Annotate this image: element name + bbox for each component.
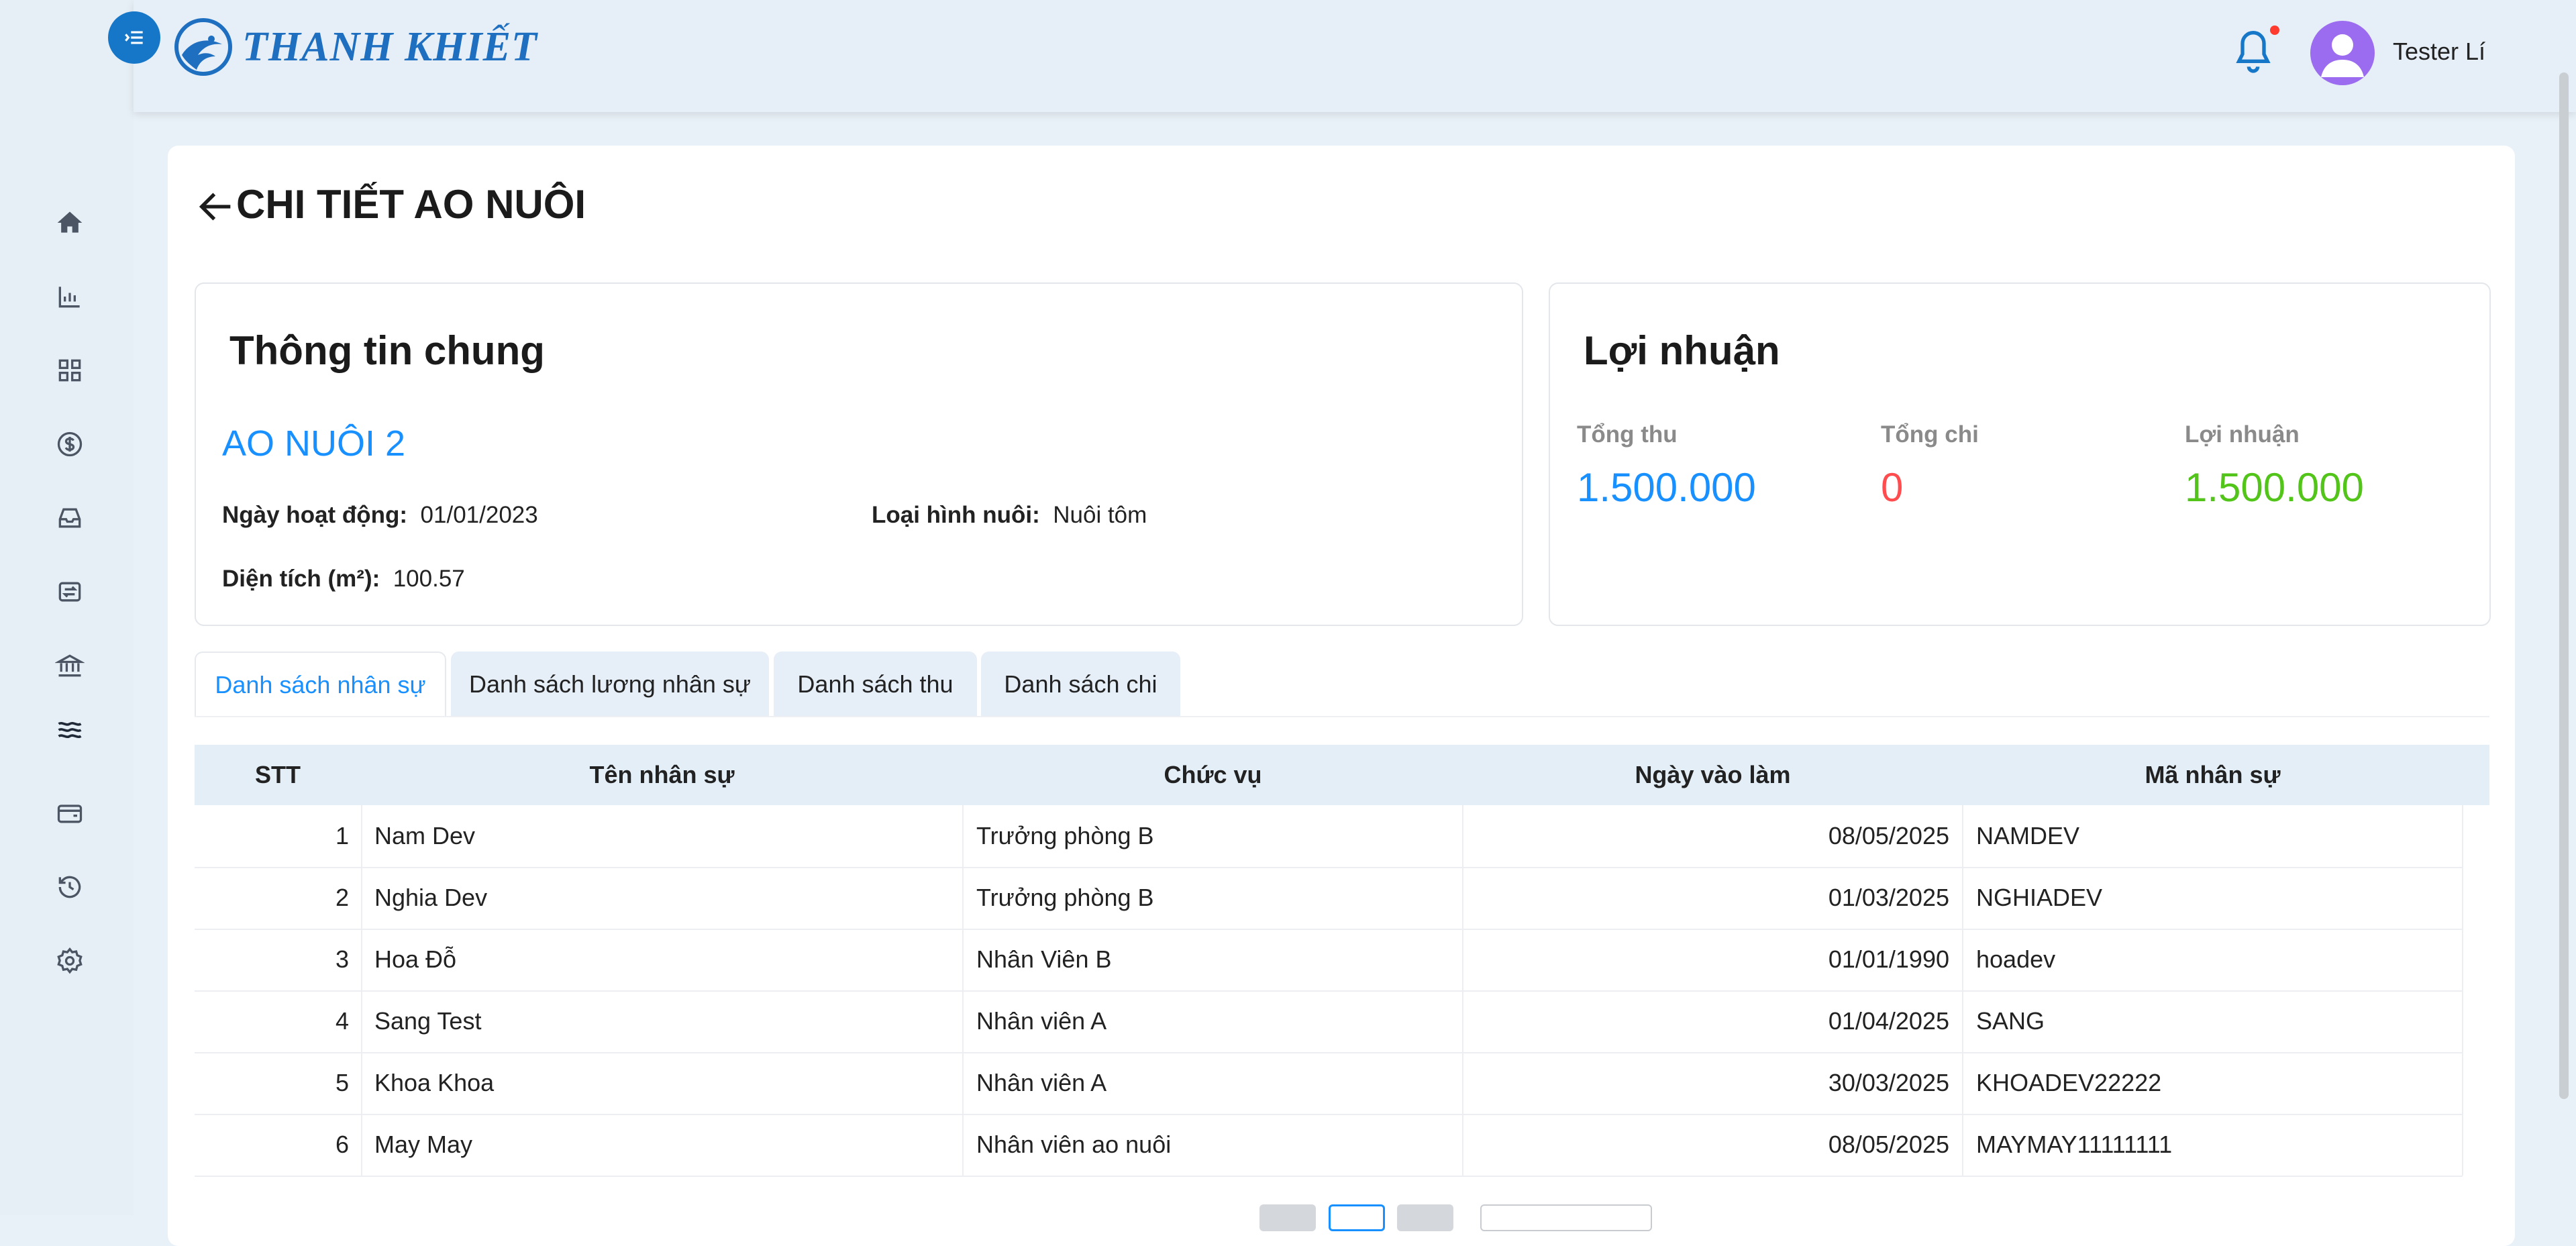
cell-name: May May <box>374 1131 473 1158</box>
cell-name: Hoa Đỗ <box>374 945 457 973</box>
username[interactable]: Tester Lí <box>2393 38 2485 66</box>
profit-label: Lợi nhuận <box>2185 421 2300 448</box>
water-icon[interactable] <box>51 711 89 749</box>
cell-stt: 3 <box>335 945 349 973</box>
bank-icon[interactable] <box>51 647 89 684</box>
cell-staff-code: KHOADEV22222 <box>1976 1069 2162 1096</box>
page-size-select[interactable] <box>1480 1204 1652 1231</box>
active-date-value: 01/01/2023 <box>420 502 538 528</box>
tab-divider <box>195 716 2489 717</box>
cell-staff-code: MAYMAY11111111 <box>1976 1131 2173 1158</box>
cell-stt: 5 <box>335 1069 349 1096</box>
fish-logo-icon <box>174 18 232 76</box>
area-field: Diện tích (m²): 100.57 <box>222 566 465 592</box>
dollar-icon[interactable] <box>51 425 89 463</box>
tab-income-list[interactable]: Danh sách thu <box>774 652 977 717</box>
user-icon <box>2321 34 2364 77</box>
column-header-stt[interactable]: STT <box>195 745 361 805</box>
profit-title: Lợi nhuận <box>1584 328 1780 373</box>
settings-icon[interactable] <box>51 942 89 980</box>
cell-name: Nam Dev <box>374 822 476 849</box>
table-row[interactable]: 1 Nam Dev Trưởng phòng B 08/05/2025 NAMD… <box>195 805 2463 868</box>
back-arrow-icon[interactable] <box>195 185 238 228</box>
brand-name: THANH KHIẾT <box>242 23 537 70</box>
column-divider <box>361 805 362 1176</box>
pagination-page-button[interactable] <box>1329 1204 1385 1231</box>
transfer-icon[interactable] <box>51 573 89 611</box>
history-icon[interactable] <box>51 868 89 906</box>
pond-name: AO NUÔI 2 <box>222 423 406 464</box>
income-label: Tổng thu <box>1577 421 1678 448</box>
expense-value: 0 <box>1881 465 1904 510</box>
column-divider <box>1462 805 1463 1176</box>
table-row[interactable]: 2 Nghia Dev Trưởng phòng B 01/03/2025 NG… <box>195 867 2463 930</box>
column-header-staff-code[interactable]: Mã nhân sự <box>1963 745 2463 805</box>
cell-position: Nhân Viên B <box>976 945 1112 973</box>
tab-expense-list[interactable]: Danh sách chi <box>981 652 1180 717</box>
table-row[interactable]: 6 May May Nhân viên ao nuôi 08/05/2025 M… <box>195 1114 2463 1177</box>
cell-start-date: 01/03/2025 <box>1828 884 1949 911</box>
area-value: 100.57 <box>393 566 465 592</box>
farm-type-value: Nuôi tôm <box>1053 502 1147 528</box>
column-header-start-date[interactable]: Ngày vào làm <box>1463 745 1963 805</box>
cell-stt: 6 <box>335 1131 349 1158</box>
scrollbar[interactable] <box>2559 72 2569 1099</box>
avatar[interactable] <box>2310 21 2375 85</box>
pagination-prev-button[interactable] <box>1259 1204 1316 1231</box>
column-divider <box>1962 805 1963 1176</box>
cell-position: Nhân viên A <box>976 1069 1107 1096</box>
tab-staff-list[interactable]: Danh sách nhân sự <box>195 652 446 717</box>
brand-logo[interactable]: THANH KHIẾT <box>171 15 537 79</box>
cell-name: Khoa Khoa <box>374 1069 495 1096</box>
cell-staff-code: hoadev <box>1976 945 2056 973</box>
cell-staff-code: SANG <box>1976 1007 2045 1035</box>
cell-stt: 4 <box>335 1007 349 1035</box>
cell-stt: 1 <box>335 822 349 849</box>
income-value: 1.500.000 <box>1577 465 1756 510</box>
table-row[interactable]: 4 Sang Test Nhân viên A 01/04/2025 SANG <box>195 990 2463 1053</box>
sidebar <box>0 0 134 1215</box>
tab-staff-salary[interactable]: Danh sách lương nhân sự <box>451 652 769 717</box>
profit-value: 1.500.000 <box>2185 465 2364 510</box>
cell-start-date: 08/05/2025 <box>1828 822 1949 849</box>
column-divider <box>2462 805 2463 1176</box>
wallet-icon[interactable] <box>51 794 89 832</box>
page-title: CHI TIẾT AO NUÔI <box>236 182 586 227</box>
chart-icon[interactable] <box>51 278 89 315</box>
cell-name: Sang Test <box>374 1007 482 1035</box>
table-row[interactable]: 3 Hoa Đỗ Nhân Viên B 01/01/1990 hoadev <box>195 929 2463 992</box>
cell-staff-code: NGHIADEV <box>1976 884 2103 911</box>
column-header-name[interactable]: Tên nhân sự <box>361 745 963 805</box>
cell-start-date: 01/04/2025 <box>1828 1007 1949 1035</box>
menu-icon[interactable] <box>108 11 160 64</box>
expense-label: Tổng chi <box>1881 421 1979 448</box>
cell-stt: 2 <box>335 884 349 911</box>
bell-icon[interactable] <box>2232 27 2275 78</box>
column-divider <box>962 805 964 1176</box>
general-info-title: Thông tin chung <box>229 328 545 373</box>
grid-icon[interactable] <box>51 352 89 389</box>
cell-start-date: 08/05/2025 <box>1828 1131 1949 1158</box>
table-header: STT Tên nhân sự Chức vụ Ngày vào làm Mã … <box>195 745 2489 805</box>
table-row[interactable]: 5 Khoa Khoa Nhân viên A 30/03/2025 KHOAD… <box>195 1052 2463 1115</box>
pagination-next-button[interactable] <box>1397 1204 1453 1231</box>
cell-position: Nhân viên A <box>976 1007 1107 1035</box>
farm-type-field: Loại hình nuôi: Nuôi tôm <box>872 502 1147 529</box>
cell-position: Nhân viên ao nuôi <box>976 1131 1172 1158</box>
inbox-icon[interactable] <box>51 499 89 537</box>
notification-dot <box>2270 25 2279 35</box>
farm-type-label: Loại hình nuôi: <box>872 502 1040 528</box>
cell-position: Trưởng phòng B <box>976 884 1154 911</box>
cell-staff-code: NAMDEV <box>1976 822 2080 849</box>
active-date-field: Ngày hoạt động: 01/01/2023 <box>222 502 538 529</box>
active-date-label: Ngày hoạt động: <box>222 502 408 528</box>
cell-start-date: 30/03/2025 <box>1828 1069 1949 1096</box>
area-label: Diện tích (m²): <box>222 566 380 592</box>
home-icon[interactable] <box>51 204 89 242</box>
cell-name: Nghia Dev <box>374 884 488 911</box>
cell-position: Trưởng phòng B <box>976 822 1154 849</box>
cell-start-date: 01/01/1990 <box>1828 945 1949 973</box>
column-header-position[interactable]: Chức vụ <box>963 745 1463 805</box>
